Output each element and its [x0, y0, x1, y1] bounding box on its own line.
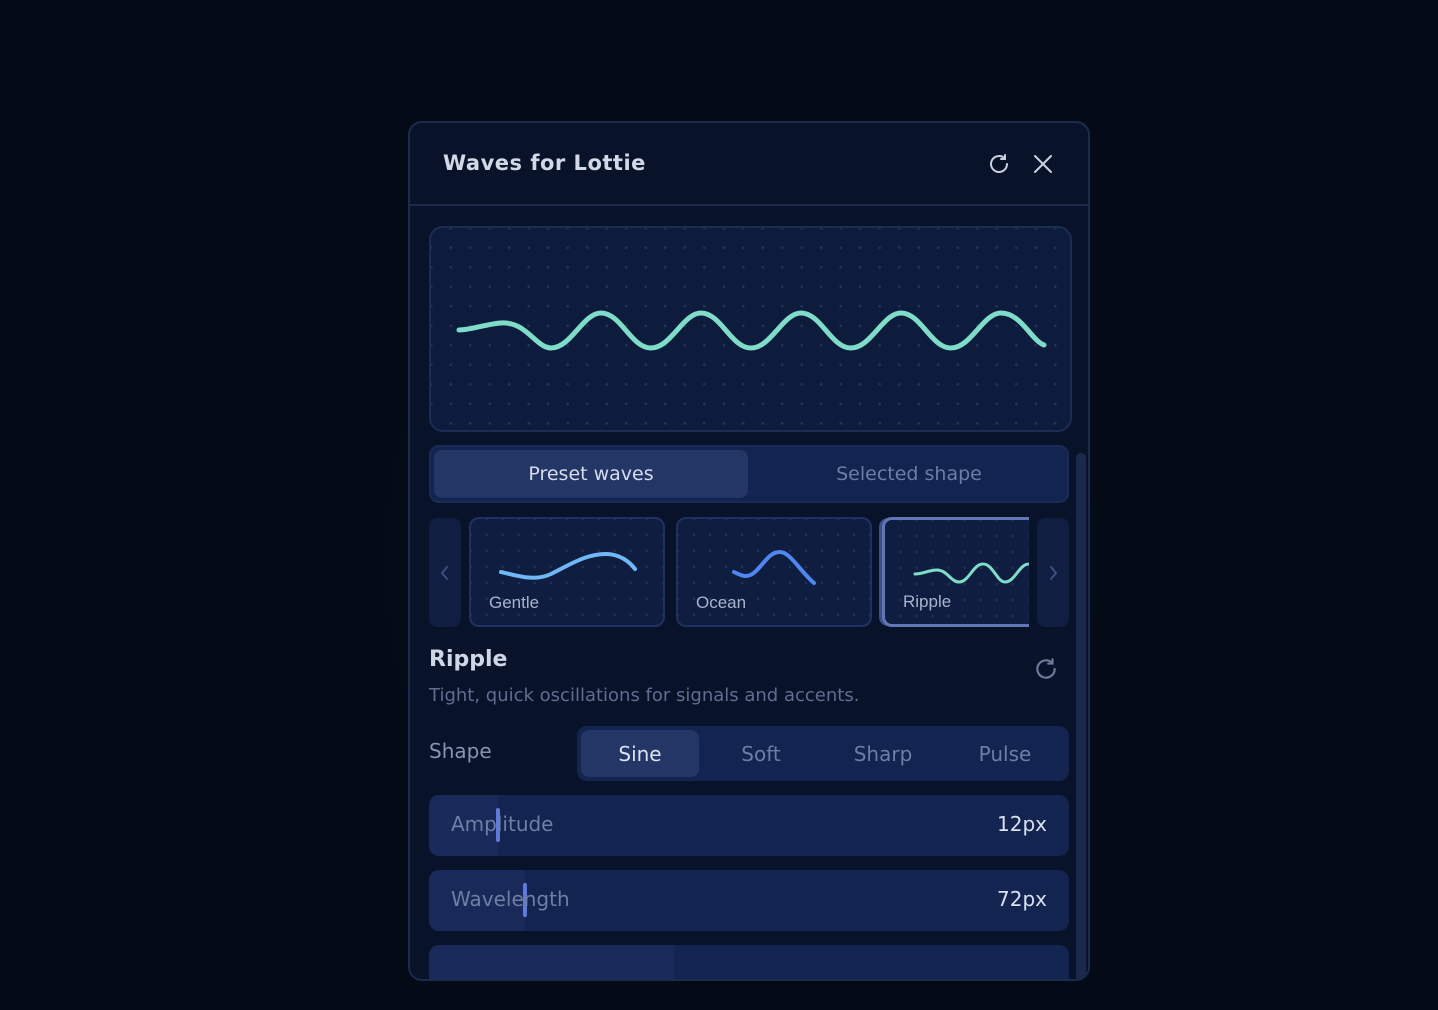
gentle-wave-line	[499, 551, 637, 580]
waves-panel: Waves for Lottie Preset waves Selected s…	[408, 121, 1090, 981]
shape-label: Shape	[429, 739, 492, 763]
shape-option-sine[interactable]: Sine	[581, 730, 699, 777]
reset-preset-button[interactable]	[1031, 654, 1061, 684]
preset-card-ocean[interactable]: Ocean	[676, 517, 872, 627]
presets-prev-button[interactable]	[429, 518, 461, 627]
preview-wave-svg	[456, 310, 1047, 351]
source-tabs: Preset waves Selected shape	[429, 445, 1069, 503]
presets-next-button[interactable]	[1037, 518, 1069, 627]
preset-carousel: Gentle Ocean Ripple	[469, 517, 1029, 629]
wavelength-label: Wavelength	[451, 887, 570, 911]
tab-preset-waves[interactable]: Preset waves	[434, 450, 748, 498]
panel-scrollbar[interactable]	[1076, 453, 1086, 979]
amplitude-value: 12px	[997, 812, 1047, 836]
amplitude-label: Amplitude	[451, 812, 554, 836]
preview-wave-line	[456, 310, 1047, 351]
wave-preview	[429, 226, 1072, 432]
refresh-button[interactable]	[986, 151, 1012, 177]
reset-icon	[1036, 658, 1056, 679]
wavelength-value: 72px	[997, 887, 1047, 911]
preset-description: Tight, quick oscillations for signals an…	[429, 685, 860, 706]
shape-option-pulse[interactable]: Pulse	[946, 730, 1064, 777]
close-button[interactable]	[1030, 151, 1056, 177]
ocean-wave-line	[732, 549, 816, 585]
tab-selected-shape[interactable]: Selected shape	[752, 450, 1066, 498]
refresh-icon	[990, 154, 1008, 173]
shape-option-sharp[interactable]: Sharp	[824, 730, 942, 777]
panel-title: Waves for Lottie	[443, 151, 646, 175]
amplitude-slider[interactable]: Amplitude 12px	[429, 795, 1069, 856]
preset-title: Ripple	[429, 647, 508, 672]
preset-card-gentle[interactable]: Gentle	[469, 517, 665, 627]
panel-header: Waves for Lottie	[410, 123, 1088, 206]
chevron-left-icon	[440, 565, 448, 580]
preset-card-ripple[interactable]: Ripple	[882, 517, 1029, 627]
shape-option-soft[interactable]: Soft	[702, 730, 820, 777]
close-icon	[1034, 155, 1052, 173]
wavelength-slider[interactable]: Wavelength 72px	[429, 870, 1069, 931]
next-slider-fill	[429, 945, 674, 979]
preset-card-label: Ripple	[903, 592, 952, 611]
preset-card-label: Ocean	[696, 593, 747, 612]
preset-card-label: Gentle	[489, 593, 540, 612]
chevron-right-icon	[1050, 565, 1058, 580]
ripple-wave-line	[913, 562, 1029, 584]
next-slider[interactable]	[429, 945, 1069, 979]
shape-selector: Sine Soft Sharp Pulse	[577, 726, 1069, 781]
